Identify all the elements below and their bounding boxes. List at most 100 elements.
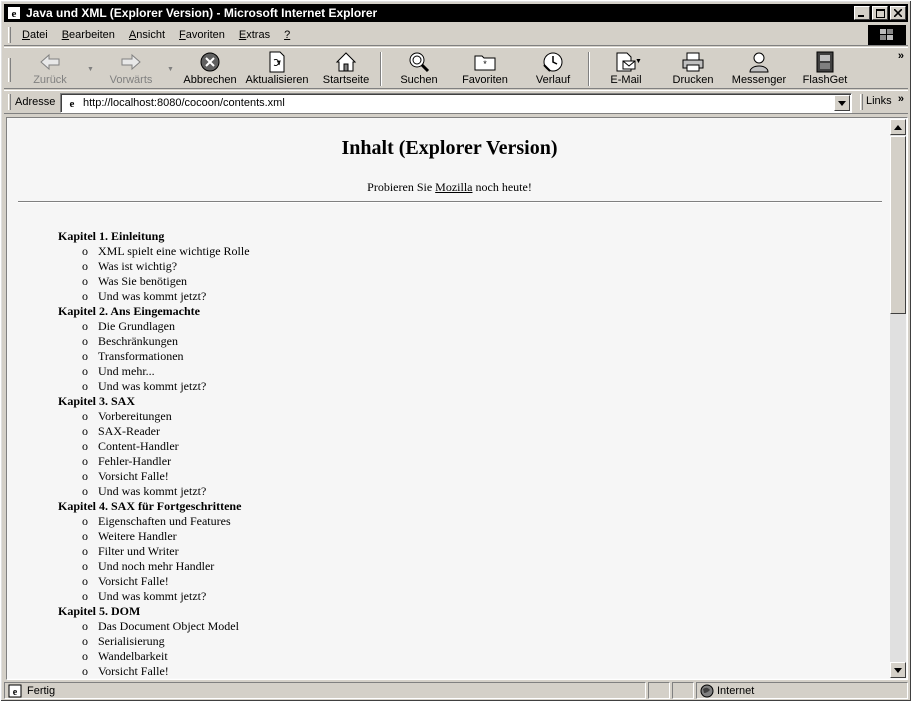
section-list-item[interactable]: o Und was kommt jetzt? <box>58 289 250 304</box>
zone-panel[interactable]: Internet <box>696 682 908 699</box>
bullet-marker: o <box>82 574 88 588</box>
section-list-item[interactable]: o Filter und Writer <box>58 544 250 559</box>
section-list-item[interactable]: o Was ist wichtig? <box>58 259 250 274</box>
toolbar-more-chevron[interactable]: » <box>898 50 904 62</box>
bullet-marker: o <box>82 409 88 423</box>
links-button[interactable]: Links <box>866 95 892 107</box>
search-button[interactable]: Suchen <box>394 50 444 88</box>
forward-button[interactable]: Vorwärts <box>104 50 158 88</box>
home-label: Startseite <box>322 74 370 86</box>
section-list-item[interactable]: o Was Sie benötigen <box>58 274 250 289</box>
back-dropdown-icon[interactable]: ▼ <box>87 66 94 73</box>
section-title: Und was kommt jetzt? <box>98 589 207 603</box>
menu-extras[interactable]: Extras <box>232 29 277 41</box>
section-list-item[interactable]: o Fehler-Handler <box>58 454 250 469</box>
chapter-link[interactable]: Kapitel 2. Ans Eingemachte <box>58 304 250 319</box>
toolbar-grip[interactable] <box>8 26 11 43</box>
back-label: Zurück <box>33 74 67 86</box>
section-list-item[interactable]: o Das Document Object Model <box>58 619 250 634</box>
section-list-item[interactable]: o Weitere Handler <box>58 529 250 544</box>
address-input[interactable]: e http://localhost:8080/cocoon/contents.… <box>60 93 852 113</box>
section-list-item[interactable]: o Die Grundlagen <box>58 319 250 334</box>
chapter-link[interactable]: Kapitel 3. SAX <box>58 394 250 409</box>
section-list-item[interactable]: o Und was kommt jetzt? <box>58 589 250 604</box>
bullet-marker: o <box>82 589 88 603</box>
toolbar-grip[interactable] <box>860 94 863 110</box>
chapter-link[interactable]: Kapitel 5. DOM <box>58 604 250 619</box>
section-title: Was ist wichtig? <box>98 259 178 273</box>
refresh-button[interactable]: Aktualisieren <box>244 50 310 88</box>
home-icon <box>335 50 357 74</box>
bullet-marker: o <box>82 529 88 543</box>
vertical-scrollbar[interactable] <box>890 119 906 678</box>
menu-bearbeiten[interactable]: Bearbeiten <box>55 29 122 41</box>
windows-logo-throbber <box>868 25 906 45</box>
bullet-marker: o <box>82 664 88 678</box>
address-dropdown-button[interactable] <box>834 95 850 111</box>
section-list-item[interactable]: o Und was kommt jetzt? <box>58 484 250 499</box>
status-panel-security <box>672 682 694 699</box>
section-list-item[interactable]: o Und noch mehr Handler <box>58 559 250 574</box>
table-of-contents: Kapitel 1. Einleitung o XML spielt eine wi… <box>58 229 250 678</box>
section-list-item[interactable]: o Transformationen <box>58 349 250 364</box>
minimize-button[interactable] <box>854 6 870 20</box>
forward-dropdown-icon[interactable]: ▼ <box>167 66 174 73</box>
section-list-item[interactable]: o Wandelbarkeit <box>58 649 250 664</box>
bullet-marker: o <box>82 349 88 363</box>
menu-help[interactable]: ? <box>277 29 297 41</box>
section-list-item[interactable]: o Und was kommt jetzt? <box>58 379 250 394</box>
maximize-button[interactable] <box>872 6 888 20</box>
section-title: Und mehr... <box>98 364 155 378</box>
bullet-marker: o <box>82 454 88 468</box>
mail-dropdown-icon[interactable]: ▼ <box>635 58 642 65</box>
section-list-item[interactable]: o Serialisierung <box>58 634 250 649</box>
page-viewport[interactable]: Inhalt (Explorer Version) Probieren Sie … <box>8 119 891 678</box>
section-list-item[interactable]: o Beschränkungen <box>58 334 250 349</box>
arrow-down-icon <box>894 667 902 673</box>
bullet-marker: o <box>82 259 88 273</box>
menu-label: atei <box>29 28 48 41</box>
section-title: Die Grundlagen <box>98 319 175 333</box>
menu-datei[interactable]: Datei <box>15 29 55 41</box>
address-bar: Adresse e http://localhost:8080/cocoon/c… <box>4 90 908 114</box>
messenger-button[interactable]: Messenger <box>728 50 790 88</box>
chapter-link[interactable]: Kapitel 1. Einleitung <box>58 229 250 244</box>
section-list-item[interactable]: o Content-Handler <box>58 439 250 454</box>
scroll-thumb[interactable] <box>890 136 906 314</box>
close-button[interactable] <box>890 6 906 20</box>
toolbar-grip[interactable] <box>8 94 11 110</box>
flashget-button[interactable]: FlashGet <box>800 50 850 88</box>
section-title: Transformationen <box>98 349 184 363</box>
address-url: http://localhost:8080/cocoon/contents.xm… <box>83 97 285 109</box>
section-list-item[interactable]: o Eigenschaften und Features <box>58 514 250 529</box>
menu-ansicht[interactable]: Ansicht <box>122 29 172 41</box>
scroll-up-button[interactable] <box>890 119 906 135</box>
links-more-chevron[interactable]: » <box>898 93 904 105</box>
section-title: Eigenschaften und Features <box>98 514 231 528</box>
menu-label: earbeiten <box>69 28 115 41</box>
scroll-down-button[interactable] <box>890 662 906 678</box>
mozilla-link[interactable]: Mozilla <box>435 180 472 194</box>
menu-favoriten[interactable]: Favoriten <box>172 29 232 41</box>
section-list-item[interactable]: o Vorsicht Falle! <box>58 664 250 678</box>
print-button[interactable]: Drucken <box>670 50 716 88</box>
mail-button[interactable]: E-Mail <box>604 50 648 88</box>
section-list-item[interactable]: o Und mehr... <box>58 364 250 379</box>
history-button[interactable]: Verlauf <box>528 50 578 88</box>
section-title: Serialisierung <box>98 634 165 648</box>
home-button[interactable]: Startseite <box>318 50 374 88</box>
title-bar[interactable]: e Java und XML (Explorer Version) - Micr… <box>4 4 908 22</box>
chapter-link[interactable]: Kapitel 4. SAX für Fortgeschrittene <box>58 499 250 514</box>
page-title: Inhalt (Explorer Version) <box>341 137 558 159</box>
back-button[interactable]: Zurück <box>28 50 72 88</box>
toolbar-grip[interactable] <box>8 58 11 82</box>
section-list-item[interactable]: o Vorsicht Falle! <box>58 574 250 589</box>
status-text: Fertig <box>27 685 56 697</box>
bullet-marker: o <box>82 619 88 633</box>
section-list-item[interactable]: o Vorsicht Falle! <box>58 469 250 484</box>
section-list-item[interactable]: o XML spielt eine wichtige Rolle <box>58 244 250 259</box>
section-list-item[interactable]: o Vorbereitungen <box>58 409 250 424</box>
stop-button[interactable]: Abbrechen <box>182 50 238 88</box>
favorites-button[interactable]: * Favoriten <box>456 50 514 88</box>
section-list-item[interactable]: o SAX-Reader <box>58 424 250 439</box>
